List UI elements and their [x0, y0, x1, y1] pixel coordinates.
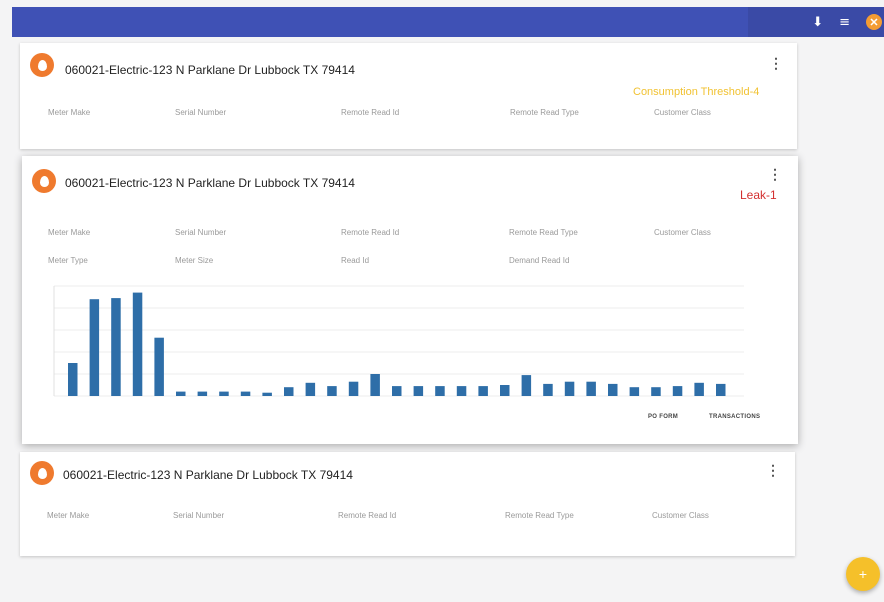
chart-bar: [608, 383, 618, 396]
usage-bar-chart: [53, 285, 744, 397]
water-drop-icon: [30, 461, 54, 485]
transactions-button[interactable]: TRANSACTIONS: [709, 414, 760, 420]
card-title: 060021-Electric-123 N Parklane Dr Lubboc…: [65, 176, 355, 190]
header-actions: ⬇ ≡ ✕: [748, 7, 884, 37]
remote-read-type-label: Remote Read Type: [509, 228, 578, 237]
more-vert-icon[interactable]: ⋮: [768, 166, 782, 183]
meter-card-3[interactable]: 060021-Electric-123 N Parklane Dr Lubboc…: [20, 452, 795, 556]
chart-bar: [413, 386, 424, 396]
chart-bar: [197, 391, 208, 396]
chart-bar: [456, 386, 467, 396]
serial-number-label: Serial Number: [175, 108, 227, 117]
chart-bar: [348, 381, 359, 396]
chart-bar: [586, 381, 596, 396]
chart-bar: [435, 386, 445, 396]
chart-bar: [68, 363, 78, 396]
meter-make-label: Meter Make: [48, 228, 91, 237]
chart-bar: [219, 391, 229, 396]
chart-bar: [629, 387, 640, 396]
chart-bar: [672, 386, 683, 396]
remote-read-type-label: Remote Read Type: [510, 108, 579, 117]
read-id-label: Read Id: [341, 256, 370, 265]
chart-bar: [176, 391, 186, 396]
chart-bar: [543, 383, 553, 396]
remote-read-id-label: Remote Read Id: [341, 228, 400, 237]
chart-bar: [327, 386, 337, 396]
app-header: ⬇ ≡ ✕: [12, 7, 884, 37]
customer-class-label: Customer Class: [654, 108, 711, 117]
status-label: Consumption Threshold-4: [633, 86, 760, 98]
card-title: 060021-Electric-123 N Parklane Dr Lubboc…: [63, 468, 353, 482]
chart-bar: [284, 387, 294, 396]
chart-bar: [564, 381, 575, 396]
chart-bar: [500, 385, 510, 396]
card-title: 060021-Electric-123 N Parklane Dr Lubboc…: [65, 63, 355, 77]
download-icon[interactable]: ⬇: [812, 16, 823, 29]
chart-bar: [370, 374, 380, 396]
chart-bar: [716, 383, 726, 396]
customer-class-label: Customer Class: [652, 511, 709, 520]
add-fab-button[interactable]: +: [846, 557, 880, 591]
serial-number-label: Serial Number: [175, 228, 227, 237]
more-vert-icon[interactable]: ⋮: [766, 462, 780, 479]
chart-bar: [89, 299, 100, 396]
chart-bar: [111, 298, 121, 396]
chart-bar: [694, 382, 704, 396]
remote-read-id-label: Remote Read Id: [341, 108, 400, 117]
meter-card-1[interactable]: 060021-Electric-123 N Parklane Dr Lubboc…: [20, 43, 797, 149]
chart-bar: [262, 392, 272, 396]
more-vert-icon[interactable]: ⋮: [769, 55, 783, 72]
chart-bar: [651, 387, 661, 396]
chart-bar: [392, 386, 402, 396]
chart-bar: [478, 386, 488, 396]
demand-read-id-label: Demand Read Id: [509, 256, 570, 265]
chart-bar: [240, 391, 251, 396]
status-label: Leak-1: [740, 188, 777, 202]
chart-bar: [154, 337, 164, 396]
serial-number-label: Serial Number: [173, 511, 225, 520]
chart-bar: [132, 292, 143, 396]
meter-type-label: Meter Type: [48, 256, 88, 265]
meter-size-label: Meter Size: [175, 256, 214, 265]
remote-read-id-label: Remote Read Id: [338, 511, 397, 520]
chart-bar: [305, 382, 316, 396]
list-icon[interactable]: ≡: [839, 16, 850, 29]
chart-bar: [521, 375, 532, 396]
water-drop-icon: [30, 53, 54, 77]
meter-make-label: Meter Make: [47, 511, 90, 520]
close-icon[interactable]: ✕: [866, 14, 882, 30]
water-drop-icon: [32, 169, 56, 193]
meter-make-label: Meter Make: [48, 108, 91, 117]
remote-read-type-label: Remote Read Type: [505, 511, 574, 520]
customer-class-label: Customer Class: [654, 228, 711, 237]
po-form-button[interactable]: PO FORM: [648, 414, 678, 420]
